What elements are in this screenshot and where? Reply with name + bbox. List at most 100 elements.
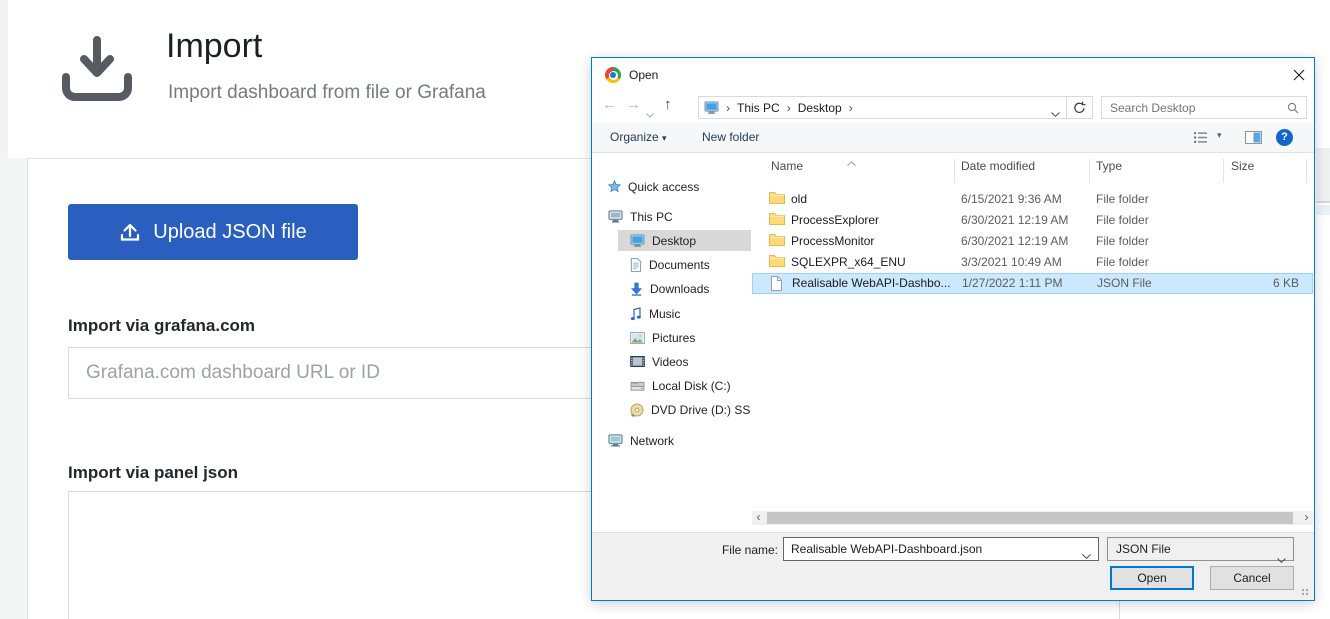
browser-scrollbar-track [1316, 205, 1330, 215]
import-via-grafana-heading: Import via grafana.com [68, 316, 256, 335]
folder-icon [769, 254, 785, 267]
sidebar-item-documents[interactable]: Documents [592, 254, 751, 275]
back-arrow-icon[interactable]: ← [602, 96, 617, 113]
column-header-name[interactable]: Name [771, 159, 803, 183]
file-name-input[interactable] [785, 539, 1077, 559]
file-row[interactable]: old 6/15/2021 9:36 AM File folder [752, 189, 1313, 210]
sidebar-item-label: Pictures [652, 330, 696, 345]
forward-arrow-icon[interactable]: → [626, 96, 641, 113]
upload-json-button-label: Upload JSON file [153, 220, 307, 243]
help-icon[interactable]: ? [1276, 129, 1293, 146]
file-name: Realisable WebAPI-Dashbo... [792, 276, 951, 290]
download-arrow-icon [630, 282, 643, 296]
refresh-icon[interactable] [1067, 96, 1093, 119]
column-divider[interactable] [1306, 159, 1307, 183]
organize-menu[interactable]: Organize ▾ [610, 130, 667, 144]
column-header-type[interactable]: Type [1096, 159, 1122, 183]
file-size: 6 KB [1272, 276, 1299, 290]
import-via-panel-json-heading: Import via panel json [68, 463, 239, 482]
file-type: File folder [1096, 213, 1149, 227]
scroll-left-icon[interactable]: ‹ [752, 511, 765, 525]
dialog-toolbar: Organize ▾ New folder ▾ ? [592, 123, 1314, 153]
close-icon[interactable] [1286, 63, 1312, 87]
horizontal-scrollbar[interactable]: ‹ › [752, 511, 1313, 525]
sidebar-item-quick-access[interactable]: Quick access [592, 176, 751, 197]
column-header-size[interactable]: Size [1231, 159, 1254, 183]
folder-icon [769, 212, 785, 225]
column-divider[interactable] [1089, 159, 1090, 183]
sidebar-item-label: Desktop [652, 233, 697, 248]
breadcrumb-separator: › [726, 100, 730, 115]
disk-icon [630, 380, 645, 392]
resize-grip-icon[interactable] [1301, 588, 1309, 596]
file-name-dropdown-icon[interactable] [1082, 548, 1091, 562]
sidebar-item-label: Music [649, 306, 681, 321]
upload-json-button[interactable]: Upload JSON file [68, 204, 358, 260]
dvd-icon [630, 403, 644, 417]
file-icon [770, 276, 782, 291]
sidebar-item-dvd-drive-d-sss[interactable]: DVD Drive (D:) SSS_ [592, 399, 751, 420]
browser-scrollbar-thumb[interactable] [1316, 148, 1330, 203]
sidebar-item-network[interactable]: Network [592, 430, 751, 451]
file-row[interactable]: ProcessMonitor 6/30/2021 12:19 AM File fol… [752, 231, 1313, 252]
scrollbar-thumb[interactable] [767, 512, 1293, 524]
file-date-modified: 6/15/2021 9:36 AM [961, 192, 1062, 206]
dialog-titlebar[interactable]: Open [592, 58, 1314, 93]
address-bar[interactable]: › This PC › Desktop › [698, 96, 1067, 119]
sidebar-item-pictures[interactable]: Pictures [592, 327, 751, 348]
sidebar-item-this-pc[interactable]: This PC [592, 206, 751, 227]
chrome-icon [605, 67, 621, 83]
sidebar-item-desktop[interactable]: Desktop [618, 230, 751, 251]
file-row[interactable]: ProcessExplorer 6/30/2021 12:19 AM File fo… [752, 210, 1313, 231]
history-chevron-icon[interactable] [646, 105, 654, 122]
breadcrumb-this-pc[interactable]: This PC [737, 101, 780, 115]
view-list-icon[interactable] [1193, 131, 1209, 147]
file-type: File folder [1096, 192, 1149, 206]
view-options-dropdown-icon[interactable]: ▾ [1217, 130, 1222, 141]
file-type: JSON File [1097, 276, 1152, 290]
up-arrow-icon[interactable]: ↑ [664, 96, 672, 113]
scroll-right-icon[interactable]: › [1300, 511, 1313, 525]
sidebar-item-downloads[interactable]: Downloads [592, 278, 751, 299]
sidebar-item-local-disk-c[interactable]: Local Disk (C:) [592, 375, 751, 396]
search-icon[interactable] [1287, 102, 1299, 117]
new-folder-button[interactable]: New folder [702, 130, 759, 144]
sidebar-item-videos[interactable]: Videos [592, 351, 751, 372]
open-button[interactable]: Open [1110, 566, 1194, 590]
preview-pane-icon[interactable] [1245, 131, 1262, 147]
import-page-icon [57, 34, 137, 107]
desktop-icon [630, 234, 645, 247]
dialog-title: Open [629, 68, 659, 82]
dialog-footer: File name: JSON File Open Cancel [592, 532, 1314, 600]
column-divider[interactable] [1223, 159, 1224, 183]
videos-icon [630, 356, 645, 367]
file-date-modified: 1/27/2022 1:11 PM [962, 276, 1063, 290]
upload-icon [119, 222, 141, 242]
sidebar-item-label: DVD Drive (D:) SSS_ [651, 402, 751, 417]
sidebar-item-label: Quick access [628, 179, 700, 194]
breadcrumb-desktop[interactable]: Desktop [798, 101, 842, 115]
this-pc-icon [704, 101, 719, 114]
pc-icon [608, 210, 623, 223]
file-date-modified: 3/3/2021 10:49 AM [961, 255, 1062, 269]
address-dropdown-icon[interactable] [1051, 106, 1060, 120]
file-type-select[interactable]: JSON File [1107, 537, 1294, 563]
file-type-value: JSON File [1116, 542, 1171, 556]
column-divider[interactable] [954, 159, 955, 183]
sort-ascending-icon [847, 155, 856, 169]
file-row[interactable]: Realisable WebAPI-Dashbo... 1/27/2022 1:1… [752, 273, 1313, 294]
cancel-button[interactable]: Cancel [1210, 566, 1294, 590]
file-row[interactable]: SQLEXPR_x64_ENU 3/3/2021 10:49 AM File fol… [752, 252, 1313, 273]
file-name: SQLEXPR_x64_ENU [791, 255, 906, 269]
music-icon [630, 306, 642, 321]
column-header-date-modified[interactable]: Date modified [961, 159, 1035, 183]
sidebar-item-label: Local Disk (C:) [652, 378, 731, 393]
file-date-modified: 6/30/2021 12:19 AM [961, 213, 1069, 227]
sidebar-item-label: Documents [649, 257, 710, 272]
search-input[interactable] [1102, 97, 1284, 118]
sidebar-item-music[interactable]: Music [592, 303, 751, 324]
organize-dropdown-icon: ▾ [662, 133, 667, 143]
organize-label: Organize [610, 130, 659, 144]
open-file-dialog: Open ← → ↑ › This PC › Desktop › Search … [591, 57, 1315, 601]
file-name: old [791, 192, 808, 206]
